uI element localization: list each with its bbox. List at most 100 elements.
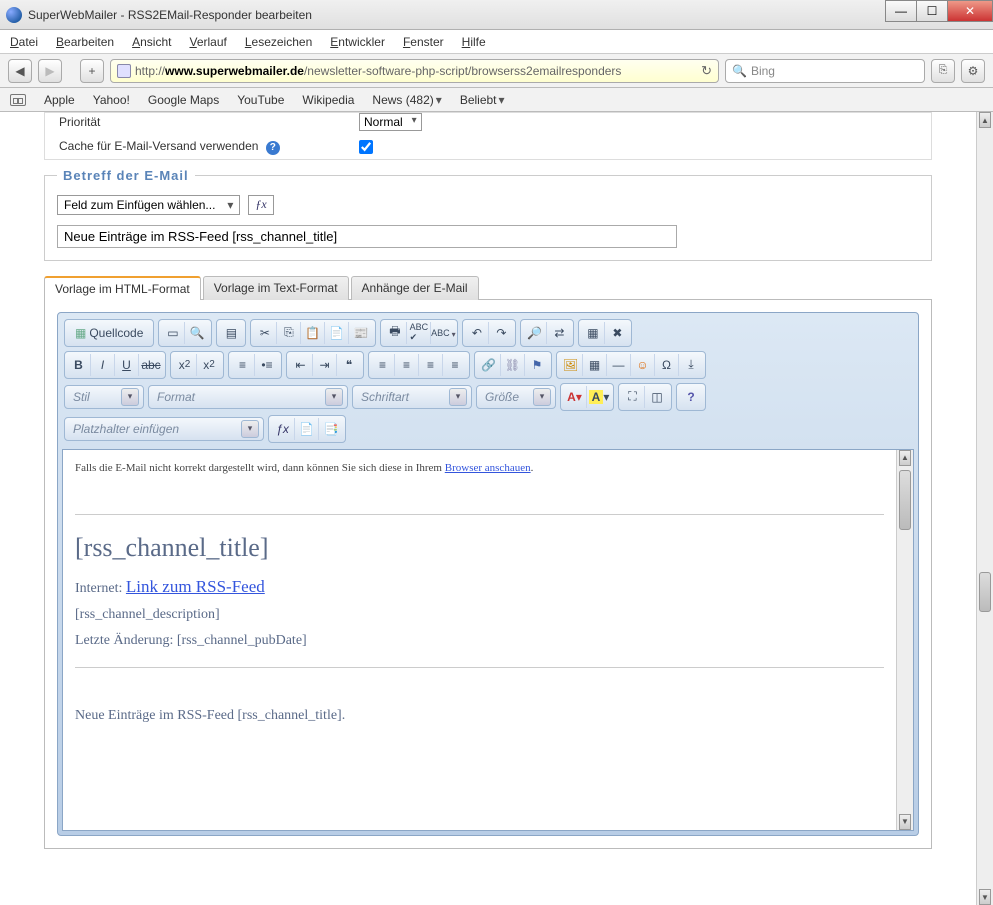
align-right-icon[interactable]: ≡ [419, 354, 443, 376]
bookmark-beliebt[interactable]: Beliebt [460, 93, 505, 107]
bookmarks-icon[interactable] [10, 94, 26, 106]
forward-button[interactable]: ▶ [38, 59, 62, 83]
paste-word-icon[interactable]: 📰 [349, 322, 373, 344]
about-icon[interactable]: ? [679, 386, 703, 408]
bold-icon[interactable]: B [67, 354, 91, 376]
style-select[interactable]: Stil▾ [64, 385, 144, 409]
minimize-button[interactable]: — [885, 0, 917, 22]
find-icon[interactable]: 🔎 [523, 322, 547, 344]
menu-datei[interactable]: Datei [10, 35, 38, 49]
bookmark-wikipedia[interactable]: Wikipedia [302, 93, 354, 107]
table-icon[interactable]: ▦ [583, 354, 607, 376]
url-bar[interactable]: http://www.superwebmailer.de/newsletter-… [110, 59, 719, 83]
source-button[interactable]: ▦Quellcode [67, 322, 151, 344]
reload-icon[interactable]: ↻ [701, 63, 712, 79]
print-icon[interactable]: 🖶 [383, 322, 407, 344]
select-all-icon[interactable]: ▦ [581, 322, 605, 344]
blockquote-icon[interactable]: ❝ [337, 354, 361, 376]
menu-lesezeichen[interactable]: Lesezeichen [245, 35, 312, 49]
subscript-icon[interactable]: x2 [173, 354, 197, 376]
maximize-button[interactable]: ☐ [916, 0, 948, 22]
menu-ansicht[interactable]: Ansicht [132, 35, 171, 49]
menu-bearbeiten[interactable]: Bearbeiten [56, 35, 114, 49]
unordered-list-icon[interactable]: •≡ [255, 354, 279, 376]
cut-icon[interactable]: ✂ [253, 322, 277, 344]
hr-icon[interactable]: — [607, 354, 631, 376]
menu-verlauf[interactable]: Verlauf [189, 35, 226, 49]
help-icon[interactable]: ? [266, 141, 280, 155]
font-select[interactable]: Schriftart▾ [352, 385, 472, 409]
undo-icon[interactable]: ↶ [465, 322, 489, 344]
text-color-icon[interactable]: A▾ [563, 386, 587, 408]
browser-view-link[interactable]: Browser anschauen [445, 462, 531, 474]
strike-icon[interactable]: abc [139, 354, 163, 376]
insert-template-icon[interactable]: 📑 [319, 418, 343, 440]
ordered-list-icon[interactable]: ≡ [231, 354, 255, 376]
spellcheck-options-icon[interactable]: ABC [431, 322, 455, 344]
scroll-up-icon[interactable]: ▲ [899, 450, 911, 466]
bg-color-icon[interactable]: A▾ [587, 386, 611, 408]
align-left-icon[interactable]: ≡ [371, 354, 395, 376]
bookmark-yahoo[interactable]: Yahoo! [93, 93, 130, 107]
bookmark-news[interactable]: News (482) [372, 93, 441, 107]
page-scroll-thumb[interactable] [979, 572, 991, 612]
close-button[interactable]: ✕ [947, 0, 993, 22]
insert-doc-icon[interactable]: 📄 [295, 418, 319, 440]
underline-icon[interactable]: U [115, 354, 139, 376]
bookmark-apple[interactable]: Apple [44, 93, 75, 107]
replace-icon[interactable]: ⇄ [547, 322, 571, 344]
align-justify-icon[interactable]: ≡ [443, 354, 467, 376]
editor-body[interactable]: Falls die E-Mail nicht korrekt dargestel… [63, 450, 896, 830]
page-scrollbar[interactable]: ▲ ▼ [976, 112, 993, 905]
remove-format-icon[interactable]: ✖ [605, 322, 629, 344]
scroll-thumb[interactable] [899, 470, 911, 530]
maximize-editor-icon[interactable]: ⛶ [621, 386, 645, 408]
templates-icon[interactable]: ▤ [219, 322, 243, 344]
back-button[interactable]: ◀ [8, 59, 32, 83]
menu-entwickler[interactable]: Entwickler [330, 35, 385, 49]
placeholder-select[interactable]: Platzhalter einfügen▾ [64, 417, 264, 441]
editor-fx-icon[interactable]: ƒx [271, 418, 295, 440]
redo-icon[interactable]: ↷ [489, 322, 513, 344]
pagebreak-icon[interactable]: ⤓ [679, 354, 703, 376]
page-scroll-down-icon[interactable]: ▼ [979, 889, 991, 905]
cache-checkbox[interactable] [359, 140, 373, 154]
add-tab-button[interactable]: + [80, 59, 104, 83]
tab-html-format[interactable]: Vorlage im HTML-Format [44, 276, 201, 300]
spellcheck-icon[interactable]: ABC✔ [407, 322, 431, 344]
show-blocks-icon[interactable]: ◫ [645, 386, 669, 408]
special-char-icon[interactable]: Ω [655, 354, 679, 376]
superscript-icon[interactable]: x2 [197, 354, 221, 376]
align-center-icon[interactable]: ≡ [395, 354, 419, 376]
smiley-icon[interactable]: ☺ [631, 354, 655, 376]
menu-fenster[interactable]: Fenster [403, 35, 444, 49]
paste-text-icon[interactable]: 📄 [325, 322, 349, 344]
tab-attachments[interactable]: Anhänge der E-Mail [351, 276, 479, 300]
editor-scrollbar[interactable]: ▲ ▼ [896, 450, 913, 830]
rss-feed-link[interactable]: Link zum RSS-Feed [126, 577, 265, 596]
image-icon[interactable]: 🖼 [559, 354, 583, 376]
format-select[interactable]: Format▾ [148, 385, 348, 409]
search-box[interactable]: 🔍 Bing [725, 59, 925, 83]
page-scroll-up-icon[interactable]: ▲ [979, 112, 991, 128]
settings-button[interactable]: ⚙ [961, 59, 985, 83]
outdent-icon[interactable]: ⇤ [289, 354, 313, 376]
fx-button[interactable]: ƒx [248, 195, 273, 215]
menu-hilfe[interactable]: Hilfe [462, 35, 486, 49]
italic-icon[interactable]: I [91, 354, 115, 376]
copy-icon[interactable]: ⎘ [277, 322, 301, 344]
scroll-down-icon[interactable]: ▼ [899, 814, 911, 830]
paste-icon[interactable]: 📋 [301, 322, 325, 344]
new-page-icon[interactable]: ▭ [161, 322, 185, 344]
tab-text-format[interactable]: Vorlage im Text-Format [203, 276, 349, 300]
link-icon[interactable]: 🔗 [477, 354, 501, 376]
preview-icon[interactable]: 🔍 [185, 322, 209, 344]
field-insert-select[interactable]: Feld zum Einfügen wählen... [57, 195, 240, 215]
unlink-icon[interactable]: ⛓ [501, 354, 525, 376]
size-select[interactable]: Größe▾ [476, 385, 556, 409]
bookmark-youtube[interactable]: YouTube [237, 93, 284, 107]
bookmark-googlemaps[interactable]: Google Maps [148, 93, 219, 107]
priority-select[interactable]: Normal [359, 113, 422, 131]
indent-icon[interactable]: ⇥ [313, 354, 337, 376]
subject-input[interactable] [57, 225, 677, 248]
